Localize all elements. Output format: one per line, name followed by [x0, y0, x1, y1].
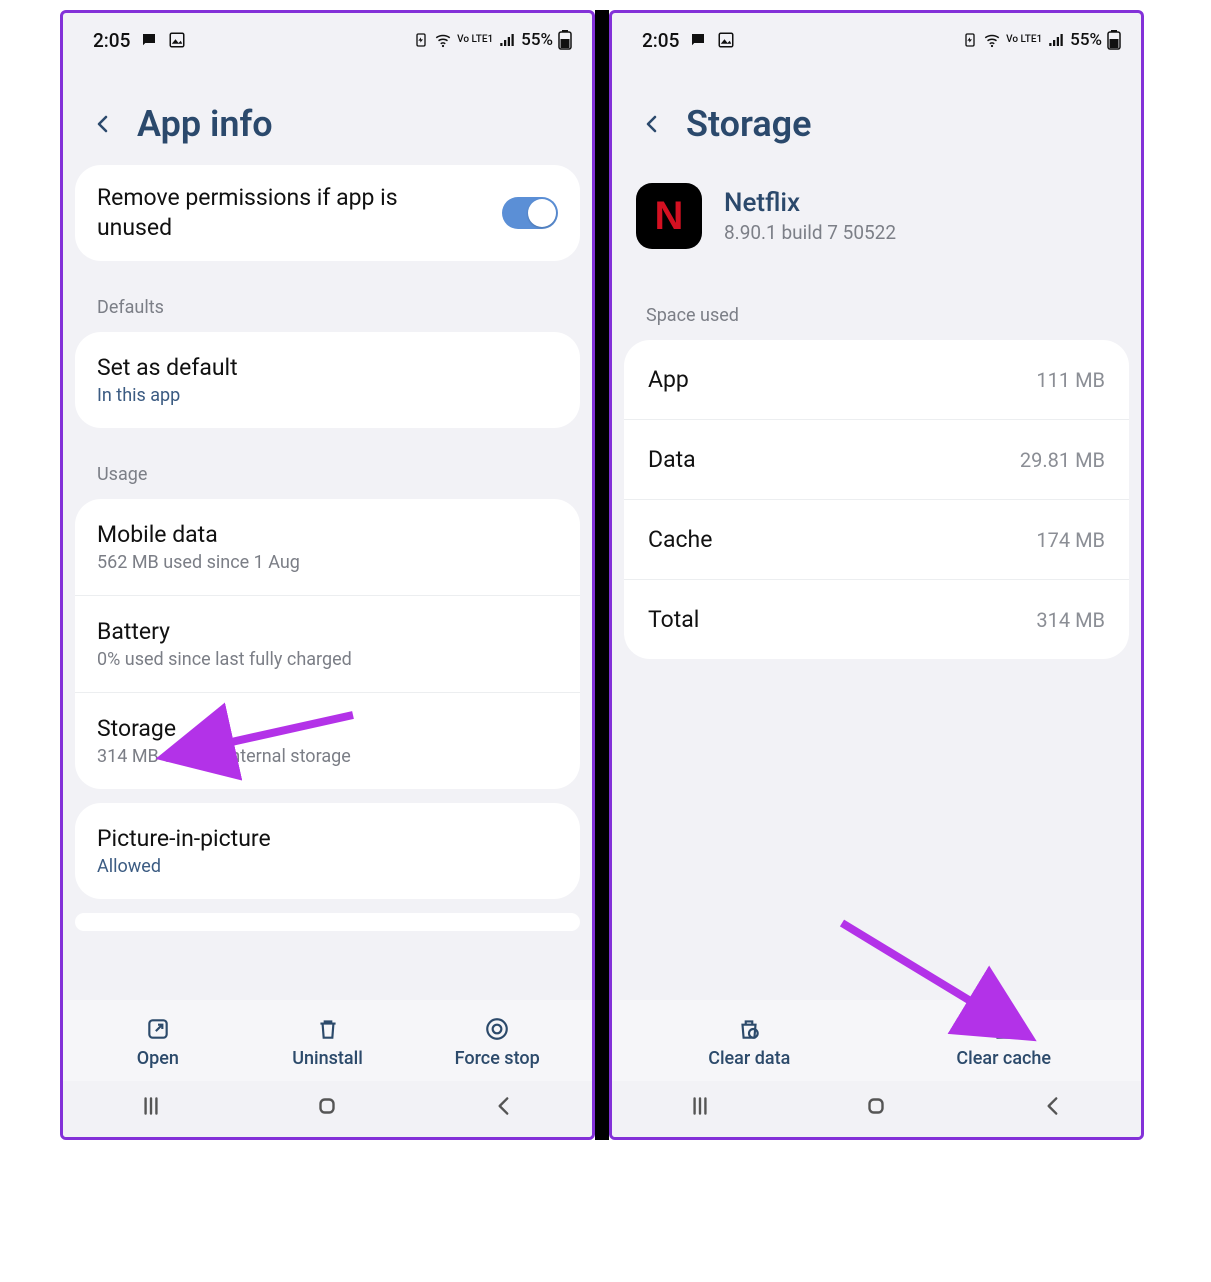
section-defaults: Defaults: [75, 275, 580, 332]
clear-data-icon: [736, 1016, 762, 1042]
clear-data-button[interactable]: Clear data: [622, 1016, 877, 1069]
clear-cache-label: Clear cache: [956, 1048, 1051, 1069]
battery-saver-icon: [413, 32, 429, 48]
battery-sub: 0% used since last fully charged: [97, 649, 558, 670]
uninstall-button[interactable]: Uninstall: [243, 1016, 413, 1069]
recents-button[interactable]: [138, 1093, 164, 1126]
battery-row[interactable]: Battery 0% used since last fully charged: [75, 596, 580, 693]
battery-pct: 55%: [521, 30, 553, 50]
phone-left: 2:05 Vo LTE1 55%: [60, 10, 595, 1140]
wifi-icon: [434, 31, 452, 49]
clear-cache-button[interactable]: Clear cache: [877, 1016, 1132, 1069]
trash-icon: [315, 1016, 341, 1042]
space-data-label: Data: [648, 446, 696, 473]
battery-title: Battery: [97, 618, 558, 645]
stop-icon: [484, 1016, 510, 1042]
section-space-used: Space used: [624, 283, 1129, 340]
space-total-label: Total: [648, 606, 699, 633]
space-total-row: Total 314 MB: [624, 580, 1129, 659]
network-label: Vo LTE1: [457, 35, 493, 45]
bottom-action-bar: Open Uninstall Force stop: [63, 1000, 592, 1081]
back-button[interactable]: [91, 112, 115, 136]
pip-row[interactable]: Picture-in-picture Allowed: [75, 803, 580, 899]
battery-pct: 55%: [1070, 30, 1102, 50]
battery-saver-icon: [962, 32, 978, 48]
phone-right: 2:05 Vo LTE1 55% Storage N Netflix: [609, 10, 1144, 1140]
app-summary: N Netflix 8.90.1 build 7 50522: [612, 165, 1141, 283]
wifi-icon: [983, 31, 1001, 49]
space-cache-row: Cache 174 MB: [624, 500, 1129, 580]
clear-data-label: Clear data: [708, 1048, 790, 1069]
back-button[interactable]: [640, 112, 664, 136]
page-title: Storage: [686, 103, 812, 145]
remove-permissions-label: Remove permissions if app is unused: [97, 183, 437, 243]
netflix-app-icon: N: [636, 183, 702, 249]
home-button[interactable]: [314, 1093, 340, 1126]
battery-icon: [558, 30, 572, 50]
uninstall-label: Uninstall: [292, 1048, 363, 1069]
battery-icon: [1107, 30, 1121, 50]
clear-cache-icon: [991, 1016, 1017, 1042]
nav-back-button[interactable]: [1040, 1093, 1066, 1126]
bottom-action-bar: Clear data Clear cache: [612, 1000, 1141, 1081]
system-navbar: [612, 1081, 1141, 1137]
status-time: 2:05: [642, 29, 679, 52]
space-data-value: 29.81 MB: [1020, 448, 1105, 472]
status-time: 2:05: [93, 29, 130, 52]
image-icon: [717, 31, 735, 49]
force-stop-button[interactable]: Force stop: [412, 1016, 582, 1069]
open-icon: [145, 1016, 171, 1042]
open-button[interactable]: Open: [73, 1016, 243, 1069]
space-app-row: App 111 MB: [624, 340, 1129, 420]
set-as-default-row[interactable]: Set as default In this app: [75, 332, 580, 428]
signal-icon: [1047, 31, 1065, 49]
storage-title: Storage: [97, 715, 558, 742]
storage-row[interactable]: Storage 314 MB used in Internal storage: [75, 693, 580, 789]
space-app-value: 111 MB: [1036, 368, 1105, 392]
set-default-sub: In this app: [97, 385, 558, 406]
space-data-row: Data 29.81 MB: [624, 420, 1129, 500]
space-app-label: App: [648, 366, 689, 393]
system-navbar: [63, 1081, 592, 1137]
mobile-data-row[interactable]: Mobile data 562 MB used since 1 Aug: [75, 499, 580, 596]
image-icon: [168, 31, 186, 49]
pip-sub: Allowed: [97, 856, 558, 877]
nav-back-button[interactable]: [491, 1093, 517, 1126]
space-total-value: 314 MB: [1036, 608, 1105, 632]
status-bar: 2:05 Vo LTE1 55%: [63, 13, 592, 57]
section-usage: Usage: [75, 442, 580, 499]
mobile-data-sub: 562 MB used since 1 Aug: [97, 552, 558, 573]
home-button[interactable]: [863, 1093, 889, 1126]
network-label: Vo LTE1: [1006, 35, 1042, 45]
header: App info: [63, 57, 592, 165]
app-version: 8.90.1 build 7 50522: [724, 221, 896, 244]
signal-icon: [498, 31, 516, 49]
force-stop-label: Force stop: [455, 1048, 540, 1069]
storage-sub: 314 MB used in Internal storage: [97, 746, 558, 767]
status-bar: 2:05 Vo LTE1 55%: [612, 13, 1141, 57]
chat-icon: [689, 31, 707, 49]
remove-permissions-toggle[interactable]: [502, 197, 558, 229]
header: Storage: [612, 57, 1141, 165]
chat-icon: [140, 31, 158, 49]
mobile-data-title: Mobile data: [97, 521, 558, 548]
space-cache-value: 174 MB: [1036, 528, 1105, 552]
page-title: App info: [137, 103, 273, 145]
space-cache-label: Cache: [648, 526, 712, 553]
recents-button[interactable]: [687, 1093, 713, 1126]
remove-permissions-row[interactable]: Remove permissions if app is unused: [75, 165, 580, 261]
set-default-title: Set as default: [97, 354, 558, 381]
open-label: Open: [137, 1048, 179, 1069]
app-name: Netflix: [724, 188, 896, 218]
pip-title: Picture-in-picture: [97, 825, 558, 852]
